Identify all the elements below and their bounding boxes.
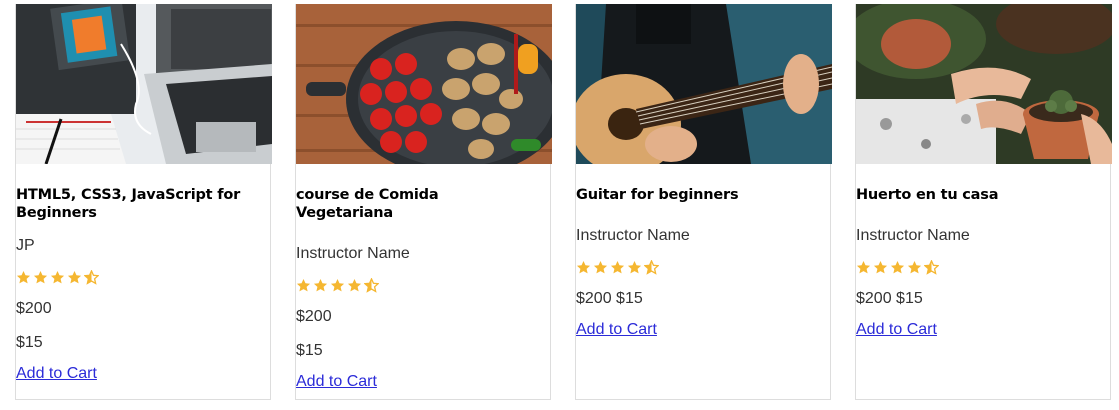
course-image xyxy=(16,4,272,164)
course-info: HTML5, CSS3, JavaScript for Beginners JP… xyxy=(16,186,256,384)
star-icon xyxy=(593,260,608,274)
price: $200 xyxy=(16,300,52,317)
course-info: Huerto en tu casa Instructor Name $200 $… xyxy=(856,186,1096,340)
course-card: HTML5, CSS3, JavaScript for Beginners JP… xyxy=(15,4,272,400)
instructor-name: JP xyxy=(16,237,35,254)
rating-stars xyxy=(856,260,1096,276)
plant-pot-image xyxy=(856,4,1112,164)
star-icon xyxy=(330,278,345,292)
instructor-name: Instructor Name xyxy=(576,227,690,244)
star-icon xyxy=(347,278,362,292)
laptop-book-image xyxy=(16,4,272,164)
course-info: Guitar for beginners Instructor Name $20… xyxy=(576,186,816,340)
course-title[interactable]: Huerto en tu casa xyxy=(856,186,1096,204)
course-card: Guitar for beginners Instructor Name $20… xyxy=(575,4,832,400)
discount-price: $15 xyxy=(296,342,323,359)
star-icon xyxy=(67,270,82,284)
course-image xyxy=(296,4,552,164)
half-star-icon xyxy=(84,270,99,285)
half-star-icon xyxy=(924,260,939,275)
add-to-cart-link[interactable]: Add to Cart xyxy=(576,320,816,340)
course-info: course de Comida Vegetariana Instructor … xyxy=(296,186,536,392)
course-image xyxy=(856,4,1112,164)
half-star-icon xyxy=(644,260,659,275)
star-icon xyxy=(296,278,311,292)
star-icon xyxy=(610,260,625,274)
star-icon xyxy=(313,278,328,292)
star-icon xyxy=(873,260,888,274)
rating-stars xyxy=(16,270,256,286)
star-icon xyxy=(16,270,31,284)
star-icon xyxy=(907,260,922,274)
star-icon xyxy=(576,260,591,274)
course-card: course de Comida Vegetariana Instructor … xyxy=(295,4,552,400)
course-card: Huerto en tu casa Instructor Name $200 $… xyxy=(855,4,1112,400)
vegetables-pot-image xyxy=(296,4,552,164)
price: $200 xyxy=(296,308,332,325)
course-grid: HTML5, CSS3, JavaScript for Beginners JP… xyxy=(0,0,1119,410)
star-icon xyxy=(50,270,65,284)
star-icon xyxy=(627,260,642,274)
guitar-image xyxy=(576,4,832,164)
course-title[interactable]: course de Comida Vegetariana xyxy=(296,186,536,222)
instructor-name: Instructor Name xyxy=(296,245,410,262)
star-icon xyxy=(33,270,48,284)
course-title[interactable]: HTML5, CSS3, JavaScript for Beginners xyxy=(16,186,256,222)
add-to-cart-link[interactable]: Add to Cart xyxy=(16,364,256,384)
course-image xyxy=(576,4,832,164)
discount-price: $15 xyxy=(16,334,43,351)
course-title[interactable]: Guitar for beginners xyxy=(576,186,816,204)
rating-stars xyxy=(576,260,816,276)
half-star-icon xyxy=(364,278,379,293)
price-line: $200 $15 xyxy=(576,290,643,307)
instructor-name: Instructor Name xyxy=(856,227,970,244)
rating-stars xyxy=(296,278,536,294)
star-icon xyxy=(856,260,871,274)
add-to-cart-link[interactable]: Add to Cart xyxy=(296,372,536,392)
add-to-cart-link[interactable]: Add to Cart xyxy=(856,320,1096,340)
price-line: $200 $15 xyxy=(856,290,923,307)
star-icon xyxy=(890,260,905,274)
